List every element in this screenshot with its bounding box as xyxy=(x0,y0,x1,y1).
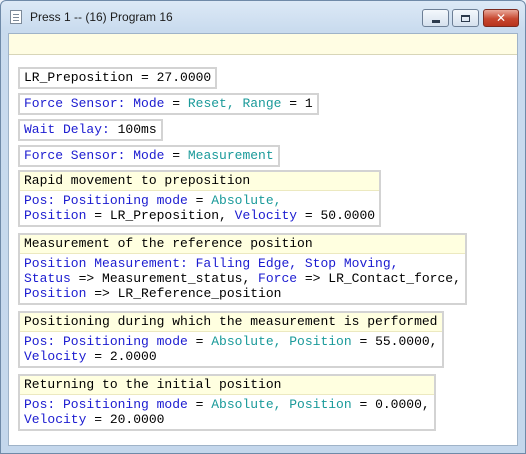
step-text: = 0.0000, xyxy=(351,397,430,412)
step-keyword: Force Sensor: Mode xyxy=(24,148,165,163)
close-icon: ✕ xyxy=(495,11,507,25)
program-step-force-sensor-measurement[interactable]: Force Sensor: Mode = Measurement xyxy=(18,145,280,167)
step-value: Absolute, Position xyxy=(211,397,352,412)
document-icon xyxy=(10,10,22,24)
step-operator: = xyxy=(164,96,188,111)
step-value: Reset, Range xyxy=(187,96,282,111)
step-keyword: Pos: Positioning mode xyxy=(24,397,188,412)
program-editor[interactable]: LR_Preposition = 27.0000 Force Sensor: M… xyxy=(8,33,518,446)
step-value: 1 xyxy=(304,96,313,111)
step-text: = 2.0000 xyxy=(86,349,157,364)
step-keyword: Velocity xyxy=(24,412,87,427)
step-value: 100ms xyxy=(109,122,157,137)
step-text: => Measurement_status, xyxy=(70,271,259,286)
maximize-icon xyxy=(461,14,470,22)
program-group-positioning-measurement[interactable]: Positioning during which the measurement… xyxy=(18,311,444,368)
program-window: Press 1 -- (16) Program 16 ✕ LR_Preposit… xyxy=(0,0,526,454)
group-header: Rapid movement to preposition xyxy=(20,172,380,191)
step-value: Absolute, Position xyxy=(211,334,352,349)
step-operator: = xyxy=(187,193,212,208)
step-keyword: Position xyxy=(24,208,87,223)
step-keyword: Force Sensor: Mode xyxy=(24,96,165,111)
group-body: Pos: Positioning mode = Absolute, Positi… xyxy=(20,395,434,429)
step-keyword: Position Measurement: Falling Edge, Stop… xyxy=(24,256,399,271)
step-text: LR_Preposition = 27.0000 xyxy=(24,70,212,85)
group-header: Measurement of the reference position xyxy=(20,235,465,254)
program-step-wait-delay[interactable]: Wait Delay: 100ms xyxy=(18,119,163,141)
minimize-button[interactable] xyxy=(422,9,449,27)
group-body: Pos: Positioning mode = Absolute, Positi… xyxy=(20,191,379,225)
window-title: Press 1 -- (16) Program 16 xyxy=(30,10,173,24)
program-group-return-initial[interactable]: Returning to the initial position Pos: P… xyxy=(18,374,436,431)
step-text: => LR_Contact_force, xyxy=(297,271,461,286)
step-operator: = xyxy=(281,96,305,111)
step-keyword: Velocity xyxy=(234,208,298,223)
step-text: => LR_Reference_position xyxy=(86,286,282,301)
step-value: Measurement xyxy=(187,148,274,163)
program-group-rapid-movement[interactable]: Rapid movement to preposition Pos: Posit… xyxy=(18,170,382,227)
program-step-force-sensor-reset[interactable]: Force Sensor: Mode = Reset, Range = 1 xyxy=(18,93,319,115)
group-body: Position Measurement: Falling Edge, Stop… xyxy=(20,254,465,303)
group-header: Returning to the initial position xyxy=(20,376,434,395)
step-keyword: Pos: Positioning mode xyxy=(24,334,188,349)
group-body: Pos: Positioning mode = Absolute, Positi… xyxy=(20,332,442,366)
step-keyword: Velocity xyxy=(24,349,87,364)
program-step-assignment[interactable]: LR_Preposition = 27.0000 xyxy=(18,67,218,89)
step-text: = 55.0000, xyxy=(351,334,438,349)
step-operator: = xyxy=(164,148,188,163)
minimize-icon xyxy=(431,19,440,23)
step-text: = 50.0000 xyxy=(297,208,376,223)
step-keyword: Wait Delay: xyxy=(24,122,110,137)
step-operator: = xyxy=(187,397,212,412)
program-group-reference-measurement[interactable]: Measurement of the reference position Po… xyxy=(18,233,467,305)
step-keyword: Pos: Positioning mode xyxy=(24,193,188,208)
step-value: Absolute, xyxy=(211,193,282,208)
step-text: = 20.0000 xyxy=(86,412,165,427)
step-keyword: Status xyxy=(24,271,71,286)
step-keyword: Force xyxy=(258,271,298,286)
maximize-button[interactable] xyxy=(452,9,479,27)
editor-toolbar xyxy=(9,34,517,55)
step-text: = LR_Preposition, xyxy=(86,208,235,223)
group-header: Positioning during which the measurement… xyxy=(20,313,442,332)
close-button[interactable]: ✕ xyxy=(483,9,519,27)
step-operator: = xyxy=(187,334,212,349)
step-keyword: Position xyxy=(24,286,87,301)
title-bar[interactable]: Press 1 -- (16) Program 16 ✕ xyxy=(1,1,525,33)
